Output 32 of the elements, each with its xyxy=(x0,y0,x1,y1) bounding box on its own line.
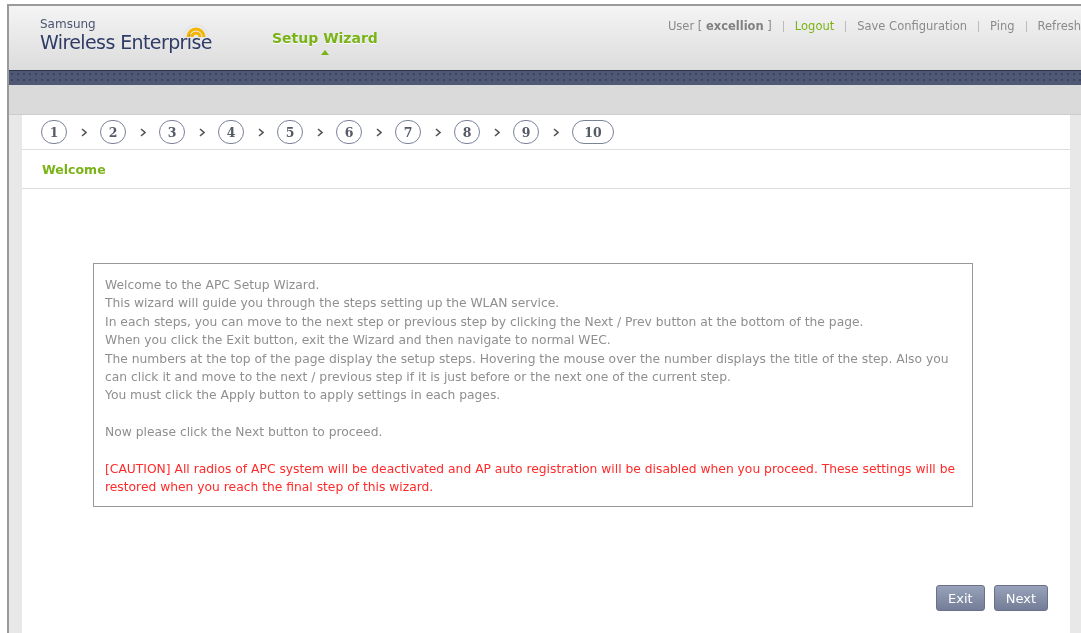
message-text: You must click the Apply button to apply settings in each pages. xyxy=(105,387,502,405)
chevron-icon xyxy=(257,127,264,137)
chevron-icon xyxy=(139,127,146,137)
step-number[interactable]: 9 xyxy=(513,120,539,144)
step-number[interactable]: 1 xyxy=(41,120,67,144)
prompt-text: Now please click the Next button to proceed. xyxy=(105,424,384,442)
step-number[interactable]: 2 xyxy=(100,120,126,144)
step-number[interactable]: 8 xyxy=(454,120,480,144)
caution-text: [CAUTION] All radios of APC system will be deactivated and AP auto registration will be disabled when you proceed. These settings will be restored when you reach the final step of this wizard. xyxy=(105,461,956,497)
chevron-icon xyxy=(198,127,205,137)
chevron-icon xyxy=(434,127,441,137)
chevron-icon xyxy=(375,127,382,137)
brand-name: Wireless Enterprise xyxy=(40,31,212,53)
chevron-icon xyxy=(552,127,559,137)
chevron-icon xyxy=(316,127,323,137)
step-number[interactable]: 4 xyxy=(218,120,244,144)
chevron-icon xyxy=(493,127,500,137)
step-number[interactable]: 6 xyxy=(336,120,362,144)
message-text: This wizard will guide you through the steps setting up the WLAN service. xyxy=(105,295,561,313)
active-indicator-icon xyxy=(320,50,329,55)
chevron-icon xyxy=(80,127,87,137)
message-text: In each steps, you can move to the next step or previous step by clicking the Next / Prev button at the bottom of the page. xyxy=(105,313,865,331)
step-number[interactable]: 7 xyxy=(395,120,421,144)
message-text: Welcome to the APC Setup Wizard. xyxy=(105,277,321,294)
step-number[interactable]: 10 xyxy=(572,120,614,144)
message-text: When you click the Exit button, exit the Wizard and then navigate to normal WEC. xyxy=(105,332,612,350)
step-number[interactable]: 5 xyxy=(277,120,303,144)
section-title: Welcome xyxy=(42,161,106,177)
step-number[interactable]: 3 xyxy=(159,120,185,144)
user-label: User [ excellion ] xyxy=(667,19,772,33)
brand-subtitle: Samsung xyxy=(40,17,96,31)
message-text: The numbers at the top of the page display the setup steps. Hovering the mouse over the number displays the title of the step. Also you can click it and move to the next / previous step if it is just before or the next one of the current step. xyxy=(105,350,950,387)
